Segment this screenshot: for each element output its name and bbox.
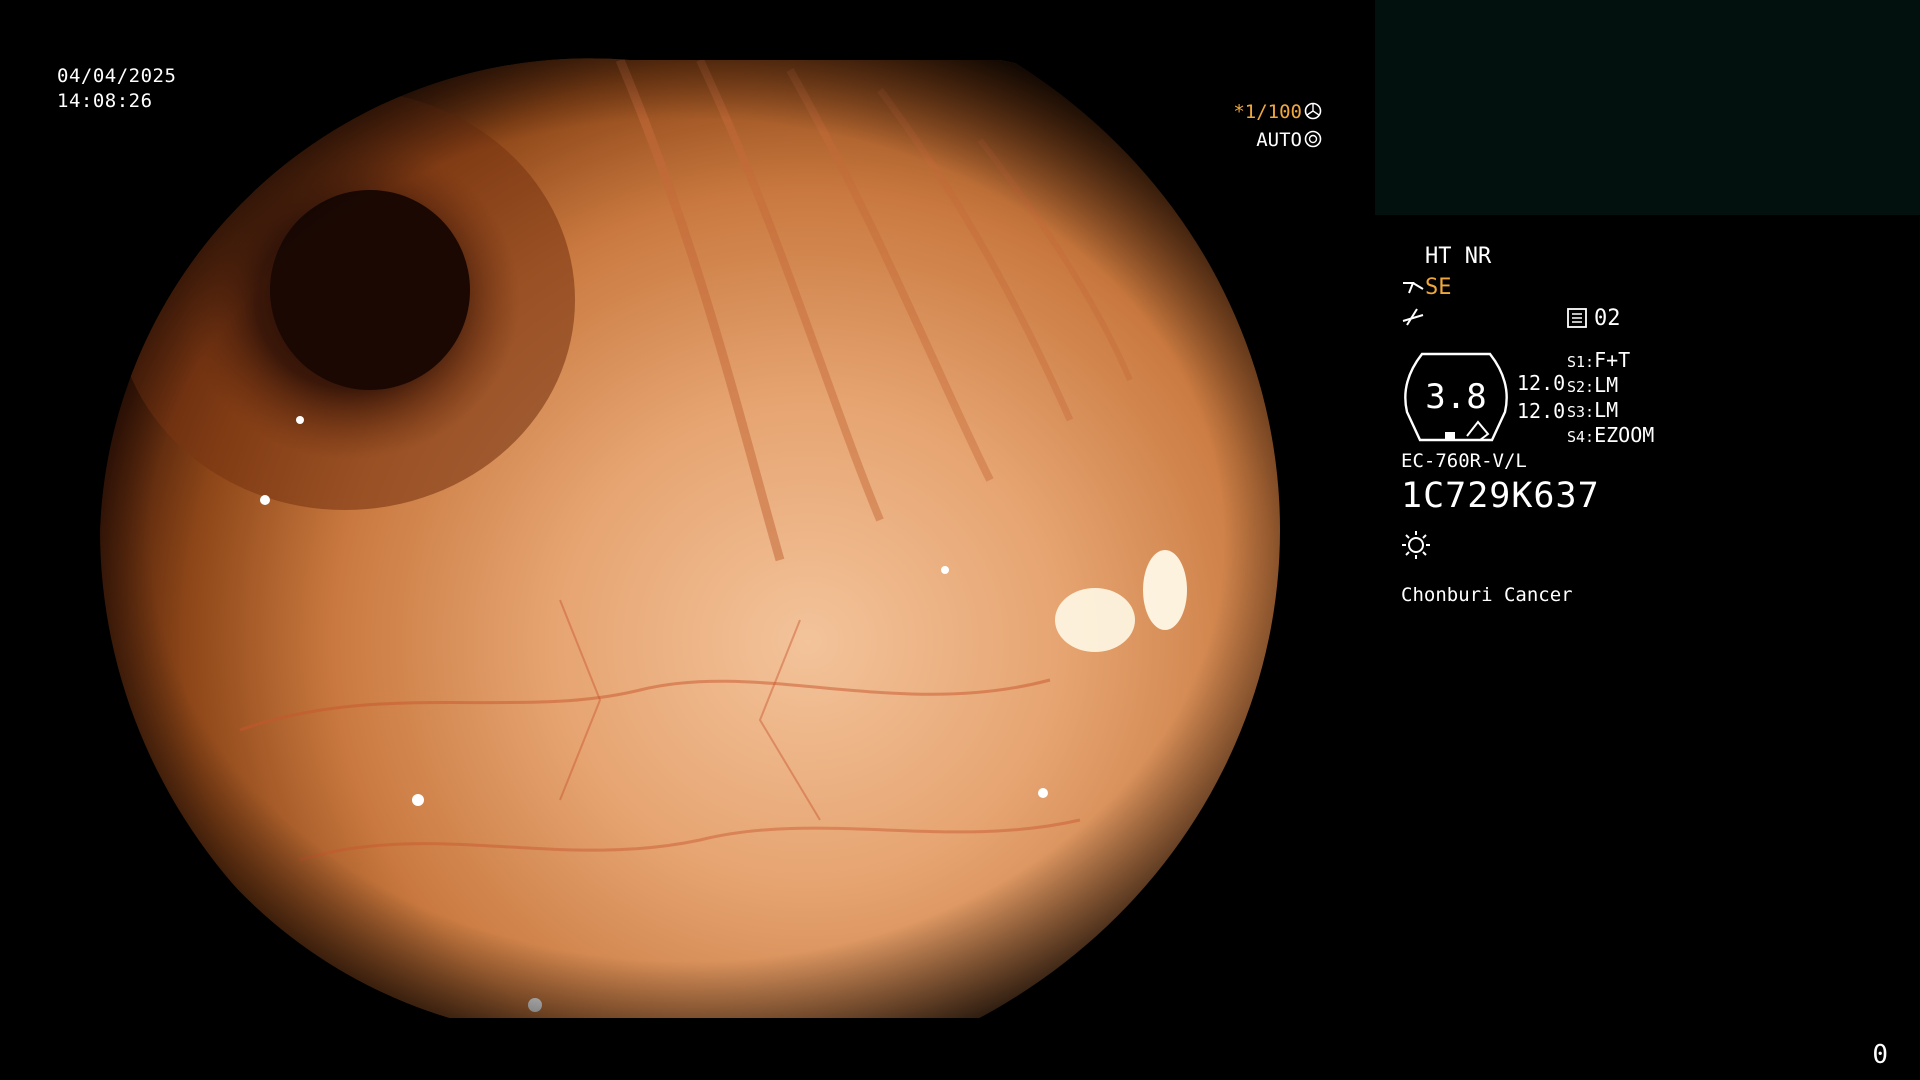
light-source-icon <box>1402 531 1430 559</box>
thumbnail-area <box>1375 0 1920 215</box>
gain-bottom: 12.0 <box>1517 399 1566 423</box>
hospital-name: Chonburi Cancer <box>1401 584 1573 606</box>
scene-row-s1: S1:F+T <box>1567 348 1630 375</box>
scene-value: EZOOM <box>1594 423 1655 447</box>
shutter-aperture-icon <box>1304 102 1322 120</box>
date-label: 04/04/2025 <box>57 65 177 87</box>
scene-key: S1: <box>1567 353 1595 371</box>
shutter-speed-label: *1/100 <box>1233 101 1302 123</box>
auto-iris-label: AUTO <box>1256 129 1302 151</box>
endoscope-viewport: 04/04/2025 14:08:26 *1/100 AUTO <box>0 0 1375 1080</box>
colon-mucosa-image <box>99 58 1375 1018</box>
memory-value: 02 <box>1594 306 1621 331</box>
scene-row-s2: S2:LM <box>1567 373 1618 400</box>
page-number: 0 <box>1872 1040 1888 1070</box>
gauge-value: 3.8 <box>1425 377 1487 417</box>
shutter-speed-row: *1/100 <box>0 98 1322 126</box>
scene-key: S2: <box>1567 378 1595 396</box>
memory-icon <box>1567 308 1587 328</box>
scene-key: S4: <box>1567 428 1595 446</box>
enhance-label: SE <box>1425 275 1452 300</box>
scene-row-s3: S3:LM <box>1567 398 1618 425</box>
scope-tip-icon <box>1403 282 1424 294</box>
gain-top: 12.0 <box>1517 371 1566 395</box>
scope-model: EC-760R-V/L <box>1401 450 1527 472</box>
auto-iris-icon <box>1304 130 1322 148</box>
scene-value: LM <box>1594 373 1619 397</box>
waveform-icon <box>1402 308 1424 326</box>
scene-key: S3: <box>1567 403 1595 421</box>
scene-value: LM <box>1594 398 1619 422</box>
exposure-readout: *1/100 AUTO <box>0 98 1322 154</box>
auto-iris-row: AUTO <box>0 126 1322 154</box>
scene-value: F+T <box>1594 348 1631 372</box>
serial-number: 1C729K637 <box>1401 476 1600 516</box>
mode-line: HT NR <box>1425 244 1492 269</box>
status-panel: HT NR SE 02 3.8 12.0 12.0 S1:F+T S2:LM S… <box>1375 0 1920 1080</box>
scene-row-s4: S4:EZOOM <box>1567 423 1654 450</box>
